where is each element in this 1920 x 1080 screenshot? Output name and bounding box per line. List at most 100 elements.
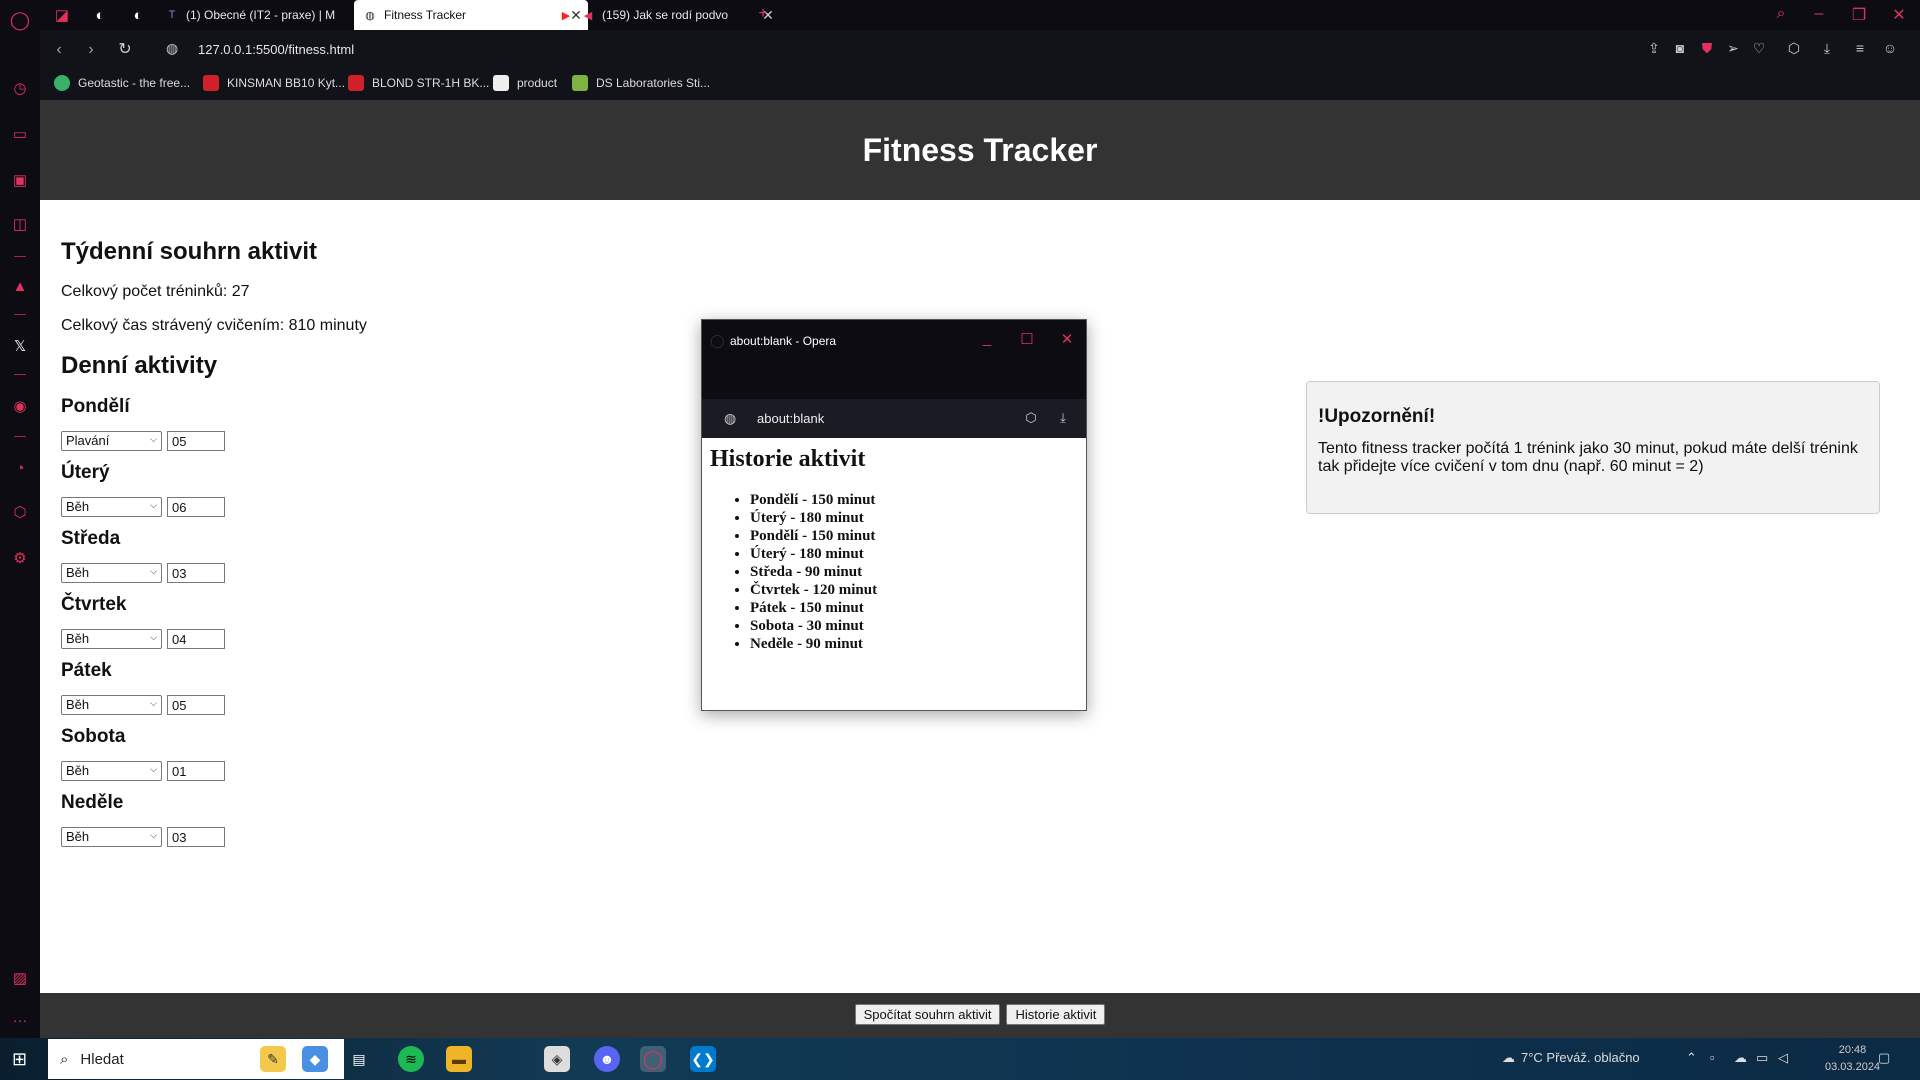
system-clock[interactable]: 20:48 03.03.2024 bbox=[1825, 1042, 1880, 1076]
extensions-cube-icon[interactable]: ⬡ bbox=[1022, 410, 1040, 426]
twitch-icon[interactable]: ▣ bbox=[8, 168, 32, 192]
speaker-icon[interactable]: ◀ bbox=[580, 7, 596, 23]
weather-widget[interactable]: ☁ 7°C Převáž. oblačno bbox=[1502, 1050, 1640, 1066]
history-popup-window: ◯ about:blank - Opera _ ☐ ✕ ◍ about:blan… bbox=[701, 319, 1087, 711]
maximize-icon[interactable]: ☐ bbox=[1017, 330, 1037, 348]
tray-app-icon[interactable]: ▫ bbox=[1710, 1050, 1715, 1065]
network-icon[interactable]: ▭ bbox=[1756, 1050, 1768, 1066]
volume-icon[interactable]: ◁ bbox=[1778, 1050, 1788, 1066]
restore-icon[interactable]: ❐ bbox=[1848, 5, 1870, 25]
adblock-shield-icon[interactable]: ⛊ bbox=[1697, 40, 1717, 57]
tab-youtube[interactable]: ▶ ◀ (159) Jak se rodí podvo ✕ bbox=[550, 0, 780, 30]
list-item: Středa - 90 minut bbox=[750, 563, 1078, 581]
share-icon[interactable]: ⇪ bbox=[1644, 40, 1664, 57]
url-field[interactable]: 127.0.0.1:5500/fitness.html bbox=[198, 42, 354, 57]
sidebar-separator bbox=[14, 436, 26, 437]
chevron-up-icon[interactable]: ⌃ bbox=[1686, 1050, 1697, 1066]
search-highlight-icon[interactable]: ◆ bbox=[302, 1046, 328, 1072]
search-highlight-icon[interactable]: ✎ bbox=[260, 1046, 286, 1072]
day-block-sunday: Neděle Běh ⌵ 03 bbox=[61, 792, 761, 847]
activity-select-value: Plavání bbox=[66, 433, 110, 448]
minimize-icon[interactable]: – bbox=[1808, 5, 1830, 23]
notifications-icon[interactable]: ▢ bbox=[1878, 1050, 1890, 1066]
address-bar: ‹ › ↻ ◍ 127.0.0.1:5500/fitness.html ⇪ ◙ … bbox=[40, 30, 1920, 68]
activity-history-button[interactable]: Historie aktivit bbox=[1006, 1004, 1106, 1025]
workout-count-input[interactable]: 01 bbox=[167, 761, 225, 781]
shopping-icon[interactable]: ▭ bbox=[8, 122, 32, 146]
extensions-cube-icon[interactable]: ⬡ bbox=[8, 500, 32, 524]
workout-count-input[interactable]: 04 bbox=[167, 629, 225, 649]
activity-select[interactable]: Běh ⌵ bbox=[61, 761, 162, 781]
instagram-icon[interactable]: ◫ bbox=[8, 212, 32, 236]
more-dots-icon[interactable]: ··· bbox=[8, 1008, 32, 1032]
opera-taskbar-icon[interactable]: ◯ bbox=[640, 1046, 666, 1072]
workout-count-input[interactable]: 05 bbox=[167, 695, 225, 715]
discord-icon[interactable]: ☻ bbox=[594, 1046, 620, 1072]
warning-box: !Upozornění! Tento fitness tracker počít… bbox=[1306, 381, 1880, 514]
popup-address-bar: ◍ about:blank ⬡ ⤓ bbox=[702, 399, 1086, 438]
workout-count-input[interactable]: 05 bbox=[167, 431, 225, 451]
activity-select[interactable]: Běh ⌵ bbox=[61, 629, 162, 649]
taskbar-search[interactable]: ⌕ Hledat bbox=[48, 1039, 344, 1079]
daily-activities-heading: Denní aktivity bbox=[61, 352, 218, 379]
reload-icon[interactable]: ↻ bbox=[114, 39, 136, 61]
forward-icon[interactable]: › bbox=[80, 39, 102, 61]
opera-logo-icon[interactable]: ◯ bbox=[8, 8, 32, 32]
settings-gear-icon[interactable]: ⚙ bbox=[8, 546, 32, 570]
task-view-icon[interactable]: ▤ bbox=[346, 1046, 372, 1072]
calculate-summary-button[interactable]: Spočítat souhrn aktivit bbox=[854, 1004, 1001, 1025]
roblox-icon[interactable]: ◈ bbox=[544, 1046, 570, 1072]
activity-select[interactable]: Běh ⌵ bbox=[61, 563, 162, 583]
bookmark-item[interactable]: BLOND STR-1H BK... bbox=[348, 75, 489, 91]
vscode-icon[interactable]: ❮❯ bbox=[690, 1046, 716, 1072]
bookmark-item[interactable]: product bbox=[493, 75, 557, 91]
easy-setup-icon[interactable]: ≡ bbox=[1850, 40, 1870, 56]
site-info-icon[interactable]: ◍ bbox=[166, 40, 178, 57]
extensions-cube-icon[interactable]: ⬡ bbox=[1784, 40, 1804, 57]
bookmark-label: DS Laboratories Sti... bbox=[596, 76, 711, 90]
aria-icon[interactable]: ▲ bbox=[8, 274, 32, 298]
gamepad-icon[interactable]: ◪ bbox=[50, 3, 74, 27]
activity-select-value: Běh bbox=[66, 763, 90, 778]
activity-select[interactable]: Běh ⌵ bbox=[61, 827, 162, 847]
new-tab-button[interactable]: + bbox=[752, 5, 774, 23]
x-twitter-icon[interactable]: 𝕏 bbox=[8, 334, 32, 358]
bookmark-item[interactable]: DS Laboratories Sti... bbox=[572, 75, 710, 91]
close-icon[interactable]: ✕ bbox=[1057, 330, 1077, 348]
activity-select[interactable]: Běh ⌵ bbox=[61, 497, 162, 517]
day-block-wednesday: Středa Běh ⌵ 03 bbox=[61, 528, 761, 583]
activity-select[interactable]: Plavání ⌵ bbox=[61, 431, 162, 451]
summary-heading: Týdenní souhrn aktivit bbox=[61, 238, 318, 265]
pinned-tab-icon[interactable]: ◐ bbox=[126, 3, 150, 27]
minimize-icon[interactable]: _ bbox=[977, 330, 997, 347]
back-icon[interactable]: ‹ bbox=[48, 39, 70, 61]
profile-icon[interactable]: ☺ bbox=[1880, 40, 1900, 56]
send-icon[interactable]: ➢ bbox=[1723, 40, 1743, 57]
chevron-down-icon: ⌵ bbox=[150, 434, 157, 444]
file-explorer-icon[interactable]: ▬ bbox=[446, 1046, 472, 1072]
workout-count-input[interactable]: 06 bbox=[167, 497, 225, 517]
spotify-icon[interactable]: ≋ bbox=[398, 1046, 424, 1072]
list-item: Pondělí - 150 minut bbox=[750, 491, 1078, 509]
popup-url[interactable]: about:blank bbox=[757, 411, 824, 426]
onedrive-cloud-icon[interactable]: ☁ bbox=[1734, 1050, 1747, 1066]
search-tabs-icon[interactable]: ⌕ bbox=[1770, 5, 1792, 23]
speed-dial-icon[interactable]: ◷ bbox=[8, 76, 32, 100]
bookmark-item[interactable]: KINSMAN BB10 Kyt... bbox=[203, 75, 345, 91]
history-icon[interactable]: ◔ bbox=[8, 456, 32, 480]
activity-select[interactable]: Běh ⌵ bbox=[61, 695, 162, 715]
bookmark-item[interactable]: Geotastic - the free... bbox=[54, 75, 190, 91]
gallery-icon[interactable]: ▨ bbox=[8, 966, 32, 990]
music-player-icon[interactable]: ◉ bbox=[8, 394, 32, 418]
download-icon[interactable]: ⤓ bbox=[1054, 410, 1072, 426]
pinned-tab-icon[interactable]: ◐ bbox=[88, 3, 112, 27]
workout-count-input[interactable]: 03 bbox=[167, 827, 225, 847]
download-icon[interactable]: ⤓ bbox=[1817, 40, 1837, 57]
bookmark-heart-icon[interactable]: ♡ bbox=[1749, 40, 1769, 57]
snapshot-camera-icon[interactable]: ◙ bbox=[1670, 40, 1690, 56]
bookmark-label: KINSMAN BB10 Kyt... bbox=[227, 76, 346, 90]
windows-start-icon[interactable]: ⊞ bbox=[12, 1049, 32, 1069]
workout-count-input[interactable]: 03 bbox=[167, 563, 225, 583]
warning-text: Tento fitness tracker počítá 1 trénink j… bbox=[1318, 440, 1858, 475]
close-window-icon[interactable]: ✕ bbox=[1888, 5, 1910, 25]
